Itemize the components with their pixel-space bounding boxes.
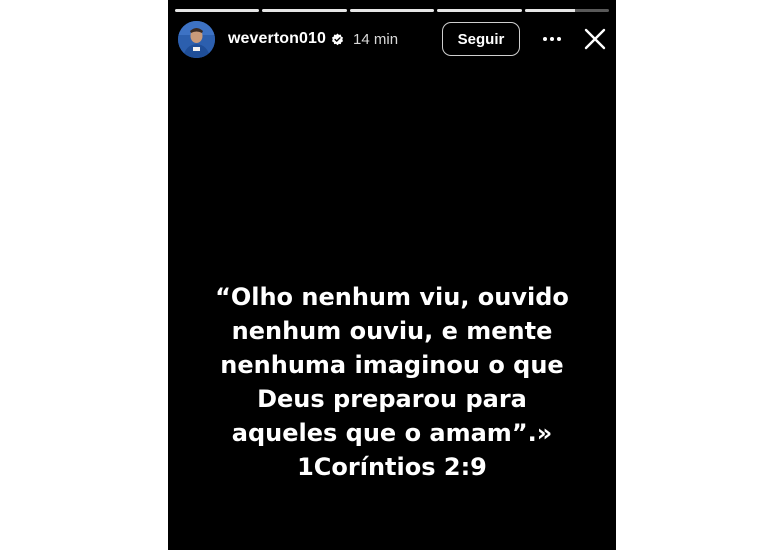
story-quote-text: “Olho nenhum viu, ouvido nenhum ouviu, e… [168,280,616,484]
progress-segment-fill [175,9,260,12]
progress-segment [437,9,522,12]
quote-line: Deus preparou para [257,385,527,413]
progress-segment-fill [349,9,435,12]
post-time: 14 min [353,30,399,48]
quote-line: aqueles que o amam”.» [231,419,553,447]
progress-segment [524,9,610,12]
story-viewer[interactable]: weverton010 14 min Seguir “Olho nenhum v… [168,0,616,550]
quote-line: “Olho nenhum viu, ouvido [215,283,569,311]
progress-segment-fill [262,9,347,12]
follow-button[interactable]: Seguir [442,22,520,56]
story-progress-bar [175,9,610,12]
username[interactable]: weverton010 [228,30,326,48]
progress-segment [349,9,435,12]
progress-segment-fill [437,9,522,12]
avatar[interactable] [178,20,215,58]
quote-line: nenhuma imaginou o que [220,351,564,379]
quote-line: nenhum ouviu, e mente [231,317,553,345]
more-options-icon[interactable] [540,27,564,51]
close-icon[interactable] [582,26,608,52]
story-header: weverton010 14 min Seguir [178,20,608,58]
page: weverton010 14 min Seguir “Olho nenhum v… [0,0,774,550]
quote-reference: 1Coríntios 2:9 [297,453,487,481]
verified-badge-icon [331,33,344,46]
avatar-image [178,20,215,58]
progress-segment-fill [524,9,576,12]
progress-segment [175,9,260,12]
progress-segment [262,9,347,12]
